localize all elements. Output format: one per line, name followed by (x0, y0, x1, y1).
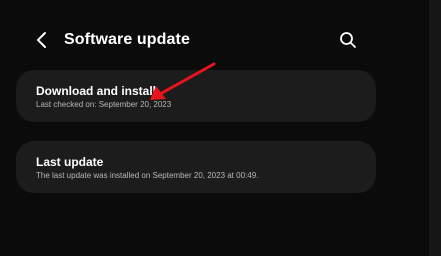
last-checked-text: Last checked on: September 20, 2023 (36, 100, 172, 109)
search-button[interactable] (336, 30, 360, 54)
header-bar: Software update (0, 24, 420, 60)
download-and-install-item[interactable]: Download and install Last checked on: Se… (16, 70, 376, 122)
last-update-label: Last update (36, 155, 104, 169)
download-and-install-label: Download and install (36, 84, 157, 98)
search-icon (339, 31, 357, 54)
edge-strip (429, 0, 441, 256)
last-update-details-text: The last update was installed on Septemb… (36, 171, 259, 180)
page-title: Software update (64, 31, 190, 48)
back-button[interactable] (30, 30, 54, 54)
software-update-screen: Software update Download and install Las… (0, 0, 441, 256)
chevron-left-icon (35, 31, 49, 54)
last-update-item[interactable]: Last update The last update was installe… (16, 141, 376, 193)
